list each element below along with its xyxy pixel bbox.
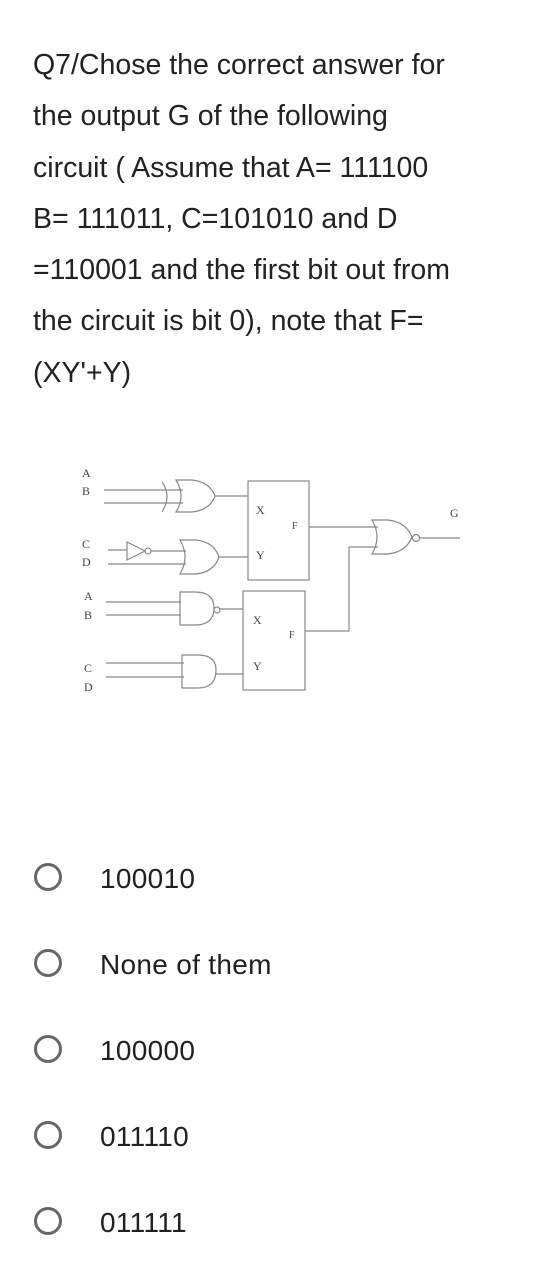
- option-100010[interactable]: 100010: [34, 836, 272, 922]
- question-line: the circuit is bit 0), note that F=: [33, 305, 424, 338]
- nand-gate: [179, 591, 221, 626]
- box-input-label: X: [253, 613, 262, 627]
- answer-options: 100010 None of them 100000 011110 011111: [34, 836, 272, 1266]
- radio-button[interactable]: [34, 1207, 62, 1235]
- nor-gate: [370, 519, 421, 555]
- option-label: 100000: [100, 1035, 196, 1066]
- option-label: None of them: [100, 949, 272, 980]
- radio-button[interactable]: [34, 1035, 62, 1063]
- and-gate: [181, 654, 217, 689]
- question-text: Q7/Chose the correct answer for the outp…: [33, 40, 549, 399]
- input-label: B: [82, 484, 90, 498]
- box-output-label: F: [289, 630, 295, 641]
- box-input-label: Y: [253, 659, 262, 673]
- not-gate: [126, 541, 152, 561]
- box-input-label: Y: [256, 548, 265, 562]
- output-label: G: [450, 506, 459, 520]
- input-label: A: [82, 466, 91, 480]
- radio-button[interactable]: [34, 863, 62, 891]
- or-gate: [178, 539, 220, 575]
- option-label: 011111: [100, 1207, 187, 1238]
- question-line: Q7/Chose the correct answer for: [33, 49, 445, 81]
- circuit-diagram: A B C D A B C D X Y F X Y F G: [82, 466, 460, 694]
- question-line: the output G of the following: [33, 100, 388, 133]
- option-011110[interactable]: 011110: [34, 1094, 272, 1180]
- option-label: 011110: [100, 1121, 189, 1152]
- question-line: (XY'+Y): [33, 356, 132, 389]
- input-label: A: [84, 589, 93, 603]
- radio-button[interactable]: [34, 1121, 62, 1149]
- radio-button[interactable]: [34, 949, 62, 977]
- question-line: circuit ( Assume that A= 111100: [33, 151, 429, 184]
- xor-gate: [161, 479, 216, 513]
- option-label: 100010: [100, 863, 196, 894]
- function-box: [242, 590, 306, 691]
- question-line: =110001 and the first bit out from: [33, 254, 450, 287]
- option-none-of-them[interactable]: None of them: [34, 922, 272, 1008]
- input-label: B: [84, 608, 92, 622]
- input-label: D: [82, 555, 91, 569]
- input-label: D: [84, 680, 93, 694]
- input-label: C: [84, 661, 92, 675]
- option-011111[interactable]: 011111: [34, 1180, 272, 1266]
- question-line: B= 111011, C=101010 and D: [33, 202, 398, 235]
- box-output-label: F: [292, 521, 298, 532]
- function-box: [247, 480, 310, 581]
- option-100000[interactable]: 100000: [34, 1008, 272, 1094]
- box-input-label: X: [256, 503, 265, 517]
- input-label: C: [82, 537, 90, 551]
